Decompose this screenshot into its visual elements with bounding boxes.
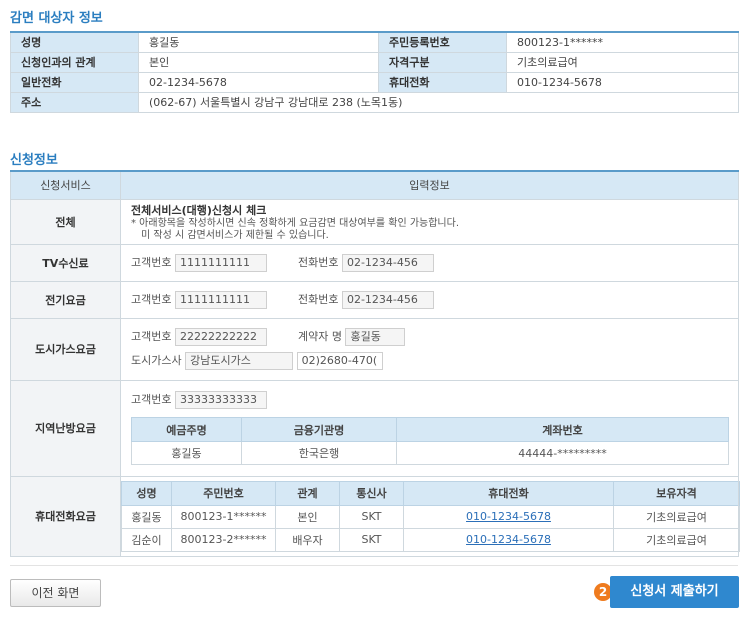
heating-account: 44444-*********	[396, 441, 729, 465]
gas-company-select[interactable]: 강남도시가스	[185, 352, 294, 370]
mobile-label: 휴대전화	[378, 71, 507, 93]
mobile-col-rrn: 주민번호	[171, 480, 276, 506]
gas-company-label: 도시가스사	[131, 354, 182, 367]
heating-col-holder: 예금주명	[131, 417, 242, 442]
name-value: 홍길동	[138, 31, 379, 53]
tv-phone-label: 전화번호	[297, 255, 339, 269]
heating-col-bank: 금융기관명	[241, 417, 397, 442]
application-table: 신청서비스 입력정보 전체 전체서비스(대행)신청시 체크 * 아래항목을 작성…	[10, 170, 740, 557]
mobile-row1-name: 홍길동	[121, 504, 172, 529]
mobile-row2-qualification: 기초의료급여	[613, 527, 740, 552]
footer-divider	[10, 565, 738, 566]
electricity-cell: 고객번호 1111111111 전화번호 02-1234-456	[120, 280, 739, 319]
gas-customer-input[interactable]: 22222222222	[174, 328, 267, 346]
electricity-customer-label: 고객번호	[131, 292, 172, 306]
mobile-row2-phone-link[interactable]: 010-1234-5678	[466, 533, 551, 546]
all-service-desc2: 미 작성 시 감면서비스가 제한될 수 있습니다.	[141, 229, 329, 241]
service-gas: 도시가스요금	[10, 317, 121, 381]
heating-bank: 한국은행	[241, 441, 397, 465]
tv-customer-input[interactable]: 1111111111	[174, 253, 267, 272]
heating-account-table: 예금주명 금융기관명 계좌번호 홍길동 한국은행 44444-*********	[131, 417, 729, 465]
heating-col-account: 계좌번호	[396, 417, 729, 442]
tv-phone-input[interactable]: 02-1234-456	[341, 253, 434, 272]
mobile-row1-phone-link[interactable]: 010-1234-5678	[466, 510, 551, 523]
table-row: 김순이 800123-2****** 배우자 SKT 010-1234-5678…	[121, 527, 740, 552]
table-row: 홍길동 800123-1****** 본인 SKT 010-1234-5678 …	[121, 504, 740, 529]
service-tv: TV수신료	[10, 243, 121, 282]
section-title-applicant: 감면 대상자 정보	[10, 11, 103, 26]
mobile-row2-rrn: 800123-2******	[171, 527, 276, 552]
gas-holder-input[interactable]: 홍길동	[345, 328, 406, 346]
tv-customer-label: 고객번호	[131, 255, 172, 269]
rrn-value: 800123-1******	[506, 31, 739, 53]
mobile-table: 성명 주민번호 관계 통신사 휴대전화 보유자격 홍길동 800123-1***…	[121, 480, 740, 552]
previous-screen-button[interactable]: 이전 화면	[10, 579, 101, 607]
section-title-application: 신청정보	[10, 153, 58, 168]
electricity-customer-input[interactable]: 1111111111	[174, 290, 267, 309]
mobile-col-name: 성명	[121, 480, 172, 506]
mobile-col-carrier: 통신사	[339, 480, 404, 506]
address-label: 주소	[10, 91, 139, 113]
gas-holder-label: 계약자 명	[297, 330, 342, 343]
mobile-row2-relation: 배우자	[275, 527, 340, 552]
mobile-col-relation: 관계	[275, 480, 340, 506]
mobile-row1-carrier: SKT	[339, 504, 404, 529]
all-service-cell: 전체서비스(대행)신청시 체크 * 아래항목을 작성하시면 신속 정확하게 요금…	[120, 198, 739, 245]
heating-customer-input[interactable]: 33333333333	[174, 391, 267, 409]
name-label: 성명	[10, 31, 139, 53]
col-input-header: 입력정보	[120, 170, 739, 200]
submit-application-button[interactable]: 신청서 제출하기	[610, 576, 739, 608]
service-mobile: 휴대전화요금	[10, 475, 121, 557]
mobile-row1-rrn: 800123-1******	[171, 504, 276, 529]
qualification-label: 자격구분	[378, 51, 507, 73]
col-service-header: 신청서비스	[10, 170, 121, 200]
electricity-phone-input[interactable]: 02-1234-456	[341, 290, 434, 309]
phone-label: 일반전화	[10, 71, 139, 93]
gas-company-phone[interactable]: 02)2680-470(	[296, 352, 383, 370]
applicant-info-table: 성명 홍길동 주민등록번호 800123-1****** 신청인과의 관계 본인…	[10, 31, 739, 113]
phone-value: 02-1234-5678	[138, 71, 379, 93]
mobile-cell: 성명 주민번호 관계 통신사 휴대전화 보유자격 홍길동 800123-1***…	[120, 475, 740, 557]
mobile-value: 010-1234-5678	[506, 71, 739, 93]
service-all: 전체	[10, 198, 121, 245]
all-service-desc1: * 아래항목을 작성하시면 신속 정확하게 요금감면 대상여부를 확인 가능합니…	[131, 217, 460, 229]
mobile-row2-phone-cell: 010-1234-5678	[403, 527, 614, 552]
mobile-row2-carrier: SKT	[339, 527, 404, 552]
rrn-label: 주민등록번호	[378, 31, 507, 53]
heating-cell: 고객번호 33333333333 예금주명 금융기관명 계좌번호 홍길동 한국은…	[120, 379, 739, 477]
all-service-title: 전체서비스(대행)신청시 체크	[131, 203, 267, 217]
relation-value: 본인	[138, 51, 379, 73]
address-value: (062-67) 서울특별시 강남구 강남대로 238 (노목1동)	[138, 91, 739, 113]
mobile-col-phone: 휴대전화	[403, 480, 614, 506]
mobile-row1-relation: 본인	[275, 504, 340, 529]
service-heating: 지역난방요금	[10, 379, 121, 477]
heating-customer-label: 고객번호	[131, 393, 172, 406]
service-electricity: 전기요금	[10, 280, 121, 319]
mobile-col-qualification: 보유자격	[613, 480, 740, 506]
mobile-row1-qualification: 기초의료급여	[613, 504, 740, 529]
tv-cell: 고객번호 1111111111 전화번호 02-1234-456	[120, 243, 739, 282]
electricity-phone-label: 전화번호	[297, 292, 339, 306]
gas-cell: 고객번호 22222222222 계약자 명 홍길동 도시가스사 강남도시가스 …	[120, 317, 739, 381]
gas-customer-label: 고객번호	[131, 330, 172, 343]
mobile-row1-phone-cell: 010-1234-5678	[403, 504, 614, 529]
mobile-row2-name: 김순이	[121, 527, 172, 552]
qualification-value: 기초의료급여	[506, 51, 739, 73]
relation-label: 신청인과의 관계	[10, 51, 139, 73]
heating-holder: 홍길동	[131, 441, 242, 465]
